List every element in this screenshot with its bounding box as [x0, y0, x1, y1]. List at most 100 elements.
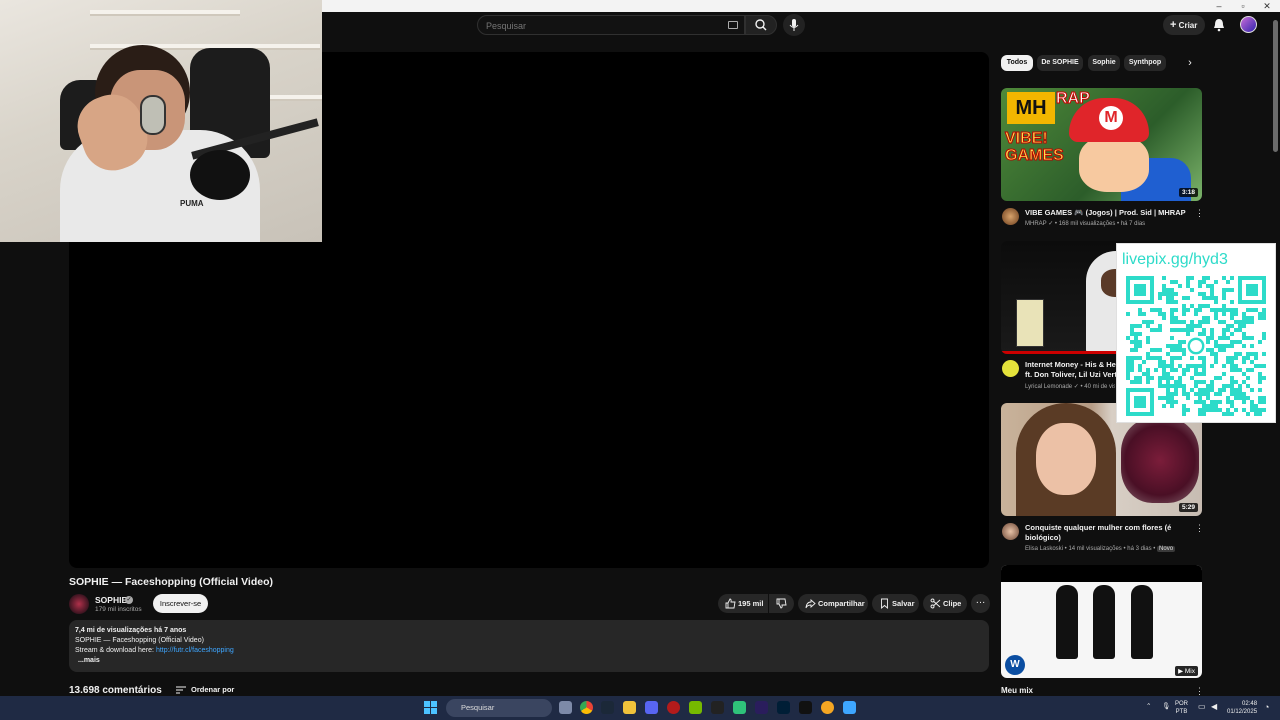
video-title: SOPHIE — Faceshopping (Official Video) [69, 576, 274, 588]
mic-icon[interactable]: 🎙 [1162, 702, 1170, 710]
notepad-icon[interactable] [843, 701, 856, 714]
chrome-icon[interactable] [580, 701, 593, 714]
thumb-figure [1121, 418, 1199, 503]
maximize-icon[interactable]: ▫ [1232, 0, 1254, 12]
voice-search-button[interactable] [783, 14, 805, 36]
verified-icon: ✓ [125, 596, 133, 604]
qr-code [1126, 276, 1266, 416]
thumb-figure [1016, 299, 1044, 347]
save-button[interactable]: Salvar [872, 594, 919, 613]
livepix-url: livepix.gg/hyd3 [1122, 251, 1228, 268]
channel-avatar[interactable] [1002, 360, 1019, 377]
recommendation-meta: MHRAP ✓ • 168 mil visualizações • há 7 d… [1025, 221, 1146, 227]
show-more-link[interactable]: ...mais [78, 657, 100, 664]
taskbar-search-label: Pesquisar [461, 703, 495, 712]
keyboard-icon[interactable] [728, 21, 738, 29]
file-explorer-icon[interactable] [623, 701, 636, 714]
account-avatar[interactable] [1240, 16, 1257, 33]
sort-by-button[interactable]: Ordenar por [191, 685, 234, 694]
clock[interactable]: 02:48 01/12/2025 [1227, 700, 1257, 716]
channel-avatar[interactable] [1002, 208, 1019, 225]
shirt-logo: PUMA [180, 199, 204, 208]
subscriber-count: 179 mil inscritos [95, 606, 142, 613]
nvidia-icon[interactable] [689, 701, 702, 714]
description-prefix: Stream & download here: [75, 647, 156, 654]
channel-avatar[interactable] [69, 594, 89, 614]
channel-avatar[interactable] [1002, 523, 1019, 540]
network-icon[interactable]: ▭ [1198, 702, 1206, 711]
headphone [140, 95, 166, 135]
discord-icon[interactable] [645, 701, 658, 714]
chevron-right-icon[interactable]: › [1183, 57, 1197, 71]
comments-count: 13.698 comentários [69, 685, 162, 696]
chevron-up-icon[interactable]: ⌃ [1146, 702, 1151, 710]
thumb-figure [1036, 423, 1096, 495]
premiere-icon[interactable] [755, 701, 768, 714]
chip-sophie[interactable]: Sophie [1088, 55, 1120, 71]
save-label: Salvar [892, 599, 915, 608]
windows-start-icon[interactable] [424, 701, 437, 714]
obs-icon[interactable] [799, 701, 812, 714]
channel-name[interactable]: SOPHIE [95, 595, 127, 605]
thumb-band [1001, 565, 1202, 582]
minimize-icon[interactable]: – [1208, 0, 1230, 12]
video-duration: 3:18 [1178, 188, 1198, 197]
photoshop-icon[interactable] [777, 701, 790, 714]
dislike-button[interactable] [769, 594, 794, 613]
search-icon [755, 19, 767, 31]
share-label: Compartilhar [818, 599, 865, 608]
sort-icon[interactable] [176, 686, 186, 694]
kebab-menu-icon[interactable]: ⋮ [1195, 208, 1204, 219]
notification-icon[interactable]: ◔ [1264, 702, 1269, 712]
mix-thumbnail[interactable]: W ▶ Mix [1001, 565, 1202, 678]
recommendation-title[interactable]: VIBE GAMES 🎮 (Jogos) | Prod. Sid | MHRAP [1025, 208, 1190, 218]
subscribe-button[interactable]: Inscrever-se [153, 594, 208, 613]
volume-icon[interactable]: ◀ [1211, 702, 1217, 711]
recommendation-meta: Lyrical Lemonade ✓ • 40 mi de visualizaç… [1025, 384, 1115, 390]
mix-badge: ▶ Mix [1175, 666, 1198, 676]
scrollbar-thumb[interactable] [1273, 20, 1278, 152]
recommendation-title[interactable]: Conquiste qualquer mulher com flores (é … [1025, 523, 1190, 543]
taskbar-search[interactable]: Pesquisar [446, 699, 552, 717]
opera-icon[interactable] [667, 701, 680, 714]
video-thumbnail[interactable]: MH RAP VIBE! GAMES M 3:18 [1001, 88, 1202, 201]
search-input[interactable] [486, 18, 716, 33]
create-label: Criar [1178, 21, 1198, 30]
description-box[interactable] [69, 620, 989, 672]
description-line: SOPHIE — Faceshopping (Official Video) [75, 637, 204, 644]
more-actions-icon[interactable]: … [971, 594, 990, 613]
recommendation-title[interactable]: Meu mix [1001, 686, 1033, 695]
search-box[interactable] [477, 15, 745, 35]
thumb-figure [1093, 585, 1115, 659]
scissors-icon [930, 598, 941, 609]
language-code: POR [1175, 701, 1189, 707]
language-indicator[interactable]: POR PTB [1175, 700, 1188, 716]
weather-icon[interactable] [821, 701, 834, 714]
recommendation-meta-text: Elisa Laskoski • 14 mil visualizações • … [1025, 546, 1158, 552]
create-button[interactable]: + Criar [1163, 15, 1205, 35]
share-button[interactable]: Compartilhar [798, 594, 868, 613]
chip-from-sophie[interactable]: De SOPHIE [1037, 55, 1083, 71]
close-icon[interactable]: ✕ [1256, 0, 1278, 12]
plus-icon: + [1170, 19, 1177, 31]
description-link[interactable]: http://futr.cl/faceshopping [156, 647, 234, 654]
thumb-logo: MH [1007, 92, 1055, 124]
like-button[interactable]: 195 mil [718, 594, 768, 613]
thumb-figure [1079, 136, 1149, 192]
chip-synthpop[interactable]: Synthpop [1124, 55, 1166, 71]
app-icon[interactable] [711, 701, 724, 714]
search-button[interactable] [745, 15, 777, 35]
shelf [90, 10, 240, 16]
bell-icon[interactable] [1212, 17, 1226, 33]
app-icon[interactable] [733, 701, 746, 714]
thumbs-up-icon [725, 598, 736, 609]
thumb-figure [1131, 585, 1153, 659]
thumbs-down-icon [776, 598, 787, 609]
kebab-menu-icon[interactable]: ⋮ [1195, 523, 1204, 534]
clip-button[interactable]: Clipe [923, 594, 967, 613]
chip-all[interactable]: Todos [1001, 55, 1033, 71]
view-count-date: 7,4 mi de visualizações há 7 anos [75, 627, 187, 634]
recommendation-title[interactable]: Internet Money - His & Hers ft. Don Toli… [1025, 360, 1125, 380]
steam-icon[interactable] [601, 701, 614, 714]
task-view-icon[interactable] [559, 701, 572, 714]
